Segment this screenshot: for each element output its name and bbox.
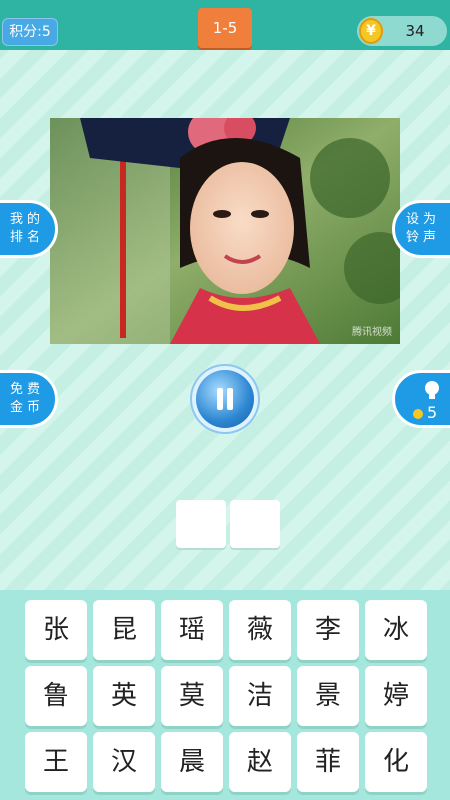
pause-button[interactable] [196, 370, 254, 428]
char-key[interactable]: 李 [297, 600, 359, 660]
free-coins-button[interactable]: 免费金币 [0, 370, 58, 428]
char-key[interactable]: 晨 [161, 732, 223, 792]
char-key[interactable]: 冰 [365, 600, 427, 660]
my-ranking-label: 我的排名 [9, 212, 44, 245]
answer-slot-2[interactable] [230, 500, 280, 548]
hint-count: 5 [427, 403, 438, 422]
hint-button[interactable]: 5 [392, 370, 450, 428]
hint-coin-icon [413, 409, 423, 419]
char-key[interactable]: 英 [93, 666, 155, 726]
top-bar: 积分:5 1-5 ¥ 34 [0, 0, 450, 50]
free-coins-label: 免费金币 [9, 382, 44, 415]
coin-count: 34 [405, 22, 425, 40]
char-key[interactable]: 薇 [229, 600, 291, 660]
lightbulb-icon [425, 381, 439, 395]
coin-balance: ¥ 34 [357, 16, 447, 46]
char-key[interactable]: 化 [365, 732, 427, 792]
char-key[interactable]: 婷 [365, 666, 427, 726]
coin-icon: ¥ [359, 18, 383, 44]
char-key[interactable]: 王 [25, 732, 87, 792]
set-ringtone-button[interactable]: 设为铃声 [392, 200, 450, 258]
my-ranking-button[interactable]: 我的排名 [0, 200, 58, 258]
level-indicator: 1-5 [198, 8, 252, 48]
score-badge: 积分:5 [2, 18, 58, 46]
char-key[interactable]: 洁 [229, 666, 291, 726]
character-keyboard: 张 昆 瑶 薇 李 冰 鲁 英 莫 洁 景 婷 王 汉 晨 赵 菲 化 [0, 590, 450, 800]
char-key[interactable]: 张 [25, 600, 87, 660]
watermark: 腾讯视频 [352, 327, 392, 338]
set-ringtone-label: 设为铃声 [405, 212, 440, 245]
puzzle-image: 腾讯视频 [50, 118, 400, 344]
char-key[interactable]: 昆 [93, 600, 155, 660]
char-key[interactable]: 瑶 [161, 600, 223, 660]
portrait-image [50, 118, 400, 344]
char-key[interactable]: 汉 [93, 732, 155, 792]
answer-slot-1[interactable] [176, 500, 226, 548]
char-key[interactable]: 莫 [161, 666, 223, 726]
char-key[interactable]: 鲁 [25, 666, 87, 726]
char-key[interactable]: 景 [297, 666, 359, 726]
char-key[interactable]: 赵 [229, 732, 291, 792]
char-key[interactable]: 菲 [297, 732, 359, 792]
